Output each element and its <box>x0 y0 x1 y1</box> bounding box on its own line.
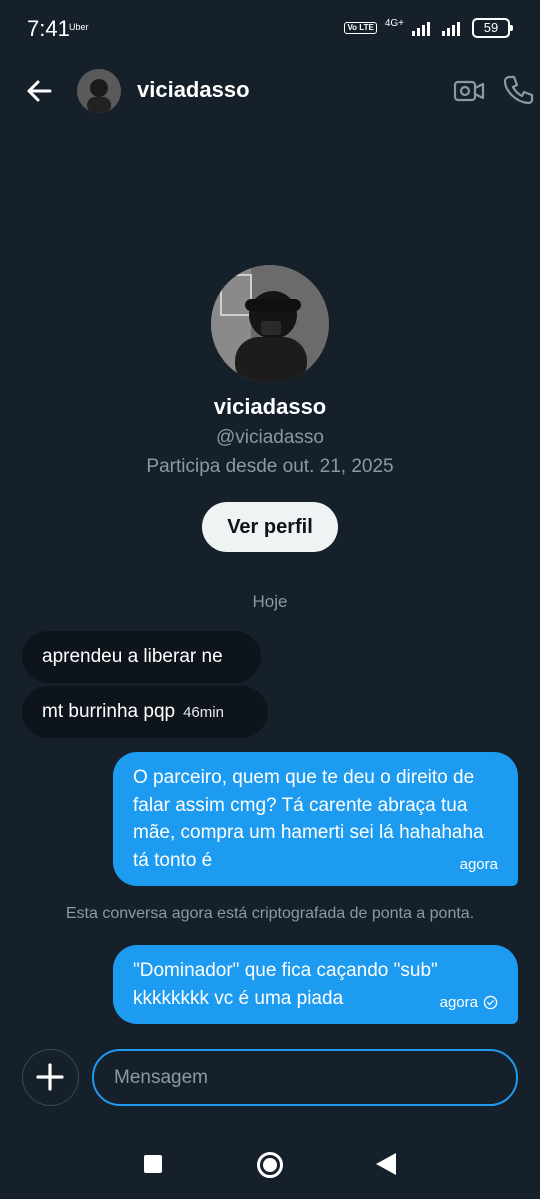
profile-name: viciadasso <box>213 394 327 419</box>
incoming-message[interactable]: aprendeu a liberar ne <box>22 631 261 683</box>
chat-header: viciadasso <box>0 60 540 122</box>
message-time: 46min <box>183 704 224 721</box>
phone-call-icon[interactable] <box>502 73 534 107</box>
profile-joined-date: Participa desde out. 21, 2025 <box>146 456 394 477</box>
add-attachment-button[interactable] <box>22 1049 79 1106</box>
check-circle-icon <box>483 995 498 1010</box>
signal-icon-2 <box>442 22 460 36</box>
status-bar: 7:41 Uber Vo LTE 4G+ 59 <box>0 0 540 56</box>
view-profile-button[interactable]: Ver perfil <box>202 502 338 552</box>
message-input[interactable] <box>92 1049 518 1106</box>
signal-icon <box>412 22 430 36</box>
message-text: O parceiro, quem que te deu o direito de… <box>133 767 484 871</box>
battery-icon: 59 <box>472 18 513 38</box>
outgoing-message[interactable]: "Dominador" que fica caçando "sub" kkkkk… <box>113 945 518 1024</box>
clock: 7:41 <box>27 16 70 41</box>
header-avatar[interactable] <box>77 69 121 113</box>
network-type: 4G+ <box>384 17 404 29</box>
message-time: agora <box>439 994 478 1011</box>
message-time: agora <box>459 856 498 873</box>
back-arrow-icon[interactable] <box>22 74 56 108</box>
day-separator: Hoje <box>252 592 288 611</box>
recents-button[interactable] <box>144 1155 162 1173</box>
home-button[interactable] <box>256 1151 284 1179</box>
encryption-notice: Esta conversa agora está criptografada d… <box>65 905 475 922</box>
uber-notification-icon: Uber <box>69 22 89 32</box>
nav-back-button[interactable] <box>375 1152 397 1176</box>
plus-icon <box>36 1063 64 1091</box>
profile-handle: @viciadasso <box>216 427 324 448</box>
video-call-icon[interactable] <box>452 74 486 108</box>
incoming-message[interactable]: mt burrinha pqp 46min <box>22 686 268 738</box>
header-username[interactable]: viciadasso <box>137 77 250 103</box>
system-indicators: Vo LTE 4G+ 59 <box>344 16 513 40</box>
message-text: aprendeu a liberar ne <box>42 646 223 667</box>
profile-avatar[interactable] <box>211 265 329 383</box>
volte-icon: Vo LTE <box>344 22 377 34</box>
message-text: mt burrinha pqp <box>42 701 176 722</box>
message-status: agora <box>440 995 498 1010</box>
message-text: "Dominador" que fica caçando "sub" kkkkk… <box>133 960 438 1009</box>
outgoing-message[interactable]: O parceiro, quem que te deu o direito de… <box>113 752 518 886</box>
